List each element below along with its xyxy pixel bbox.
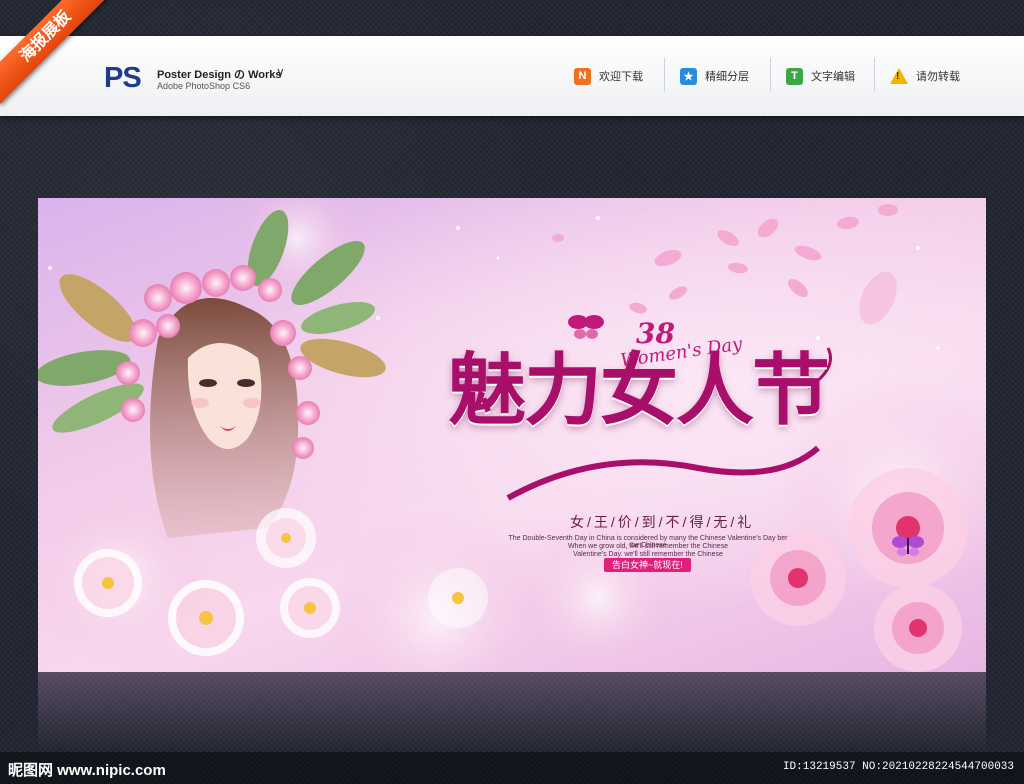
divider — [770, 58, 771, 92]
nav-item-text-edit[interactable]: T 文字编辑 — [786, 66, 855, 86]
footer-watermark: 昵图网 www.nipic.com ID:13219537 NO:2021022… — [0, 752, 1024, 784]
nav-item-no-repost[interactable]: ! 请勿转载 — [890, 66, 960, 86]
header-bar: PS Poster Design の Works Adobe PhotoShop… — [0, 36, 1024, 116]
ps-logo: PS — [104, 62, 142, 94]
poster-reflection — [38, 672, 986, 752]
header-title: Poster Design の Works — [157, 69, 282, 81]
nav-label: 欢迎下载 — [599, 71, 643, 83]
nav-item-download[interactable]: N 欢迎下载 — [574, 66, 643, 86]
falling-petals — [552, 204, 898, 325]
description-line: Valentine's Day. we'll still remember th… — [573, 551, 723, 558]
n-icon: N — [574, 67, 591, 85]
poster-slogan: 女/王/价/到/不/得/无/礼 — [570, 514, 755, 530]
chevron-down-icon: ∨ — [276, 65, 285, 79]
nav-label: 请勿转载 — [916, 71, 960, 83]
nav-label: 文字编辑 — [811, 71, 855, 83]
nav-item-layers[interactable]: ★ 精细分层 — [680, 66, 749, 86]
warning-icon: ! — [890, 68, 908, 84]
description-line: When we grow old, we'll still remember t… — [567, 543, 729, 550]
nav-label: 精细分层 — [705, 71, 749, 83]
poster-title: 魅力女人节 — [448, 345, 830, 436]
poster-image: 38 Women's Day 魅力女人节 女/王/价/到/不/得/无/礼 The… — [38, 198, 986, 672]
star-icon: ★ — [680, 67, 697, 85]
divider — [874, 58, 875, 92]
cta-badge: 告白女神~就现在! — [604, 558, 691, 572]
divider — [664, 58, 665, 92]
site-watermark: 昵图网 www.nipic.com — [8, 762, 166, 779]
t-icon: T — [786, 67, 803, 85]
header-subtitle: Adobe PhotoShop CS6 — [157, 81, 251, 91]
image-id: ID:13219537 NO:20210228224544700033 — [782, 761, 1014, 773]
title-swoosh — [506, 445, 820, 501]
